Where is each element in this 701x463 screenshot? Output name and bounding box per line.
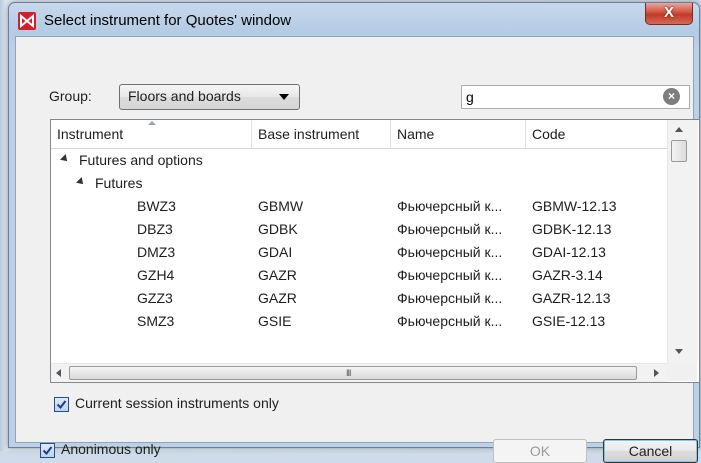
expand-triangle-icon[interactable] (76, 177, 86, 187)
tree-node-futures-and-options[interactable]: Futures and options (51, 150, 667, 171)
group-selected-value: Floors and boards (128, 88, 241, 104)
table-row[interactable]: SMZ3 GSIE Фьючерсный к... GSIE-12.13 (51, 311, 667, 332)
table-row[interactable]: GZH4 GAZR Фьючерсный к... GAZR-3.14 (51, 265, 667, 286)
current-session-checkbox[interactable] (54, 397, 69, 412)
table-body: Futures and options Futures BWZ3 GBMW Фь… (51, 149, 667, 354)
scroll-up-arrow-icon[interactable] (675, 127, 683, 132)
title-bar[interactable]: Select instrument for Quotes' window X (9, 3, 699, 37)
sort-ascending-icon (148, 121, 156, 125)
anonymous-only-label[interactable]: Anonimous only (61, 441, 161, 457)
expand-triangle-icon[interactable] (60, 154, 70, 164)
table-header: Instrument Base instrument Name Code (51, 120, 667, 149)
scroll-grip-icon: III (346, 368, 351, 378)
column-header-base-instrument[interactable]: Base instrument (252, 120, 391, 148)
scroll-right-arrow-icon[interactable] (654, 369, 659, 377)
instrument-table[interactable]: Instrument Base instrument Name Code Fut… (50, 119, 700, 383)
dialog-window: Select instrument for Quotes' window X G… (8, 2, 700, 463)
vertical-scrollbar[interactable] (667, 120, 698, 363)
ok-button[interactable]: OK (493, 439, 587, 463)
scrollbar-corner (667, 363, 697, 381)
table-row[interactable]: DMZ3 GDAI Фьючерсный к... GDAI-12.13 (51, 242, 667, 263)
table-row[interactable]: GZZ3 GAZR Фьючерсный к... GAZR-12.13 (51, 288, 667, 309)
close-icon: X (663, 4, 674, 21)
close-button[interactable]: X (645, 3, 693, 25)
scroll-left-arrow-icon[interactable] (56, 369, 61, 377)
clear-search-icon[interactable]: × (663, 88, 680, 105)
current-session-label[interactable]: Current session instruments only (75, 395, 279, 411)
column-header-code[interactable]: Code (526, 120, 667, 148)
column-header-instrument[interactable]: Instrument (51, 120, 252, 148)
vertical-scroll-thumb[interactable] (671, 140, 687, 162)
app-logo-icon (18, 12, 36, 30)
search-input[interactable] (466, 88, 646, 105)
dropdown-arrow-icon (279, 94, 289, 100)
group-label: Group: (49, 88, 92, 104)
tree-node-futures[interactable]: Futures (51, 173, 667, 194)
column-header-name[interactable]: Name (391, 120, 526, 148)
dialog-body: Group: Floors and boards × Instrument Ba… (15, 36, 700, 463)
table-row[interactable]: DBZ3 GDBK Фьючерсный к... GDBK-12.13 (51, 219, 667, 240)
horizontal-scroll-thumb[interactable]: III (69, 366, 637, 380)
scroll-down-arrow-icon[interactable] (675, 349, 683, 354)
window-title: Select instrument for Quotes' window (44, 12, 292, 29)
cancel-button[interactable]: Cancel (603, 439, 698, 463)
group-dropdown[interactable]: Floors and boards (119, 84, 300, 110)
table-row[interactable]: BWZ3 GBMW Фьючерсный к... GBMW-12.13 (51, 196, 667, 217)
horizontal-scrollbar[interactable]: III (51, 363, 667, 382)
checkmark-icon (56, 400, 67, 410)
search-field[interactable]: × (461, 85, 690, 109)
